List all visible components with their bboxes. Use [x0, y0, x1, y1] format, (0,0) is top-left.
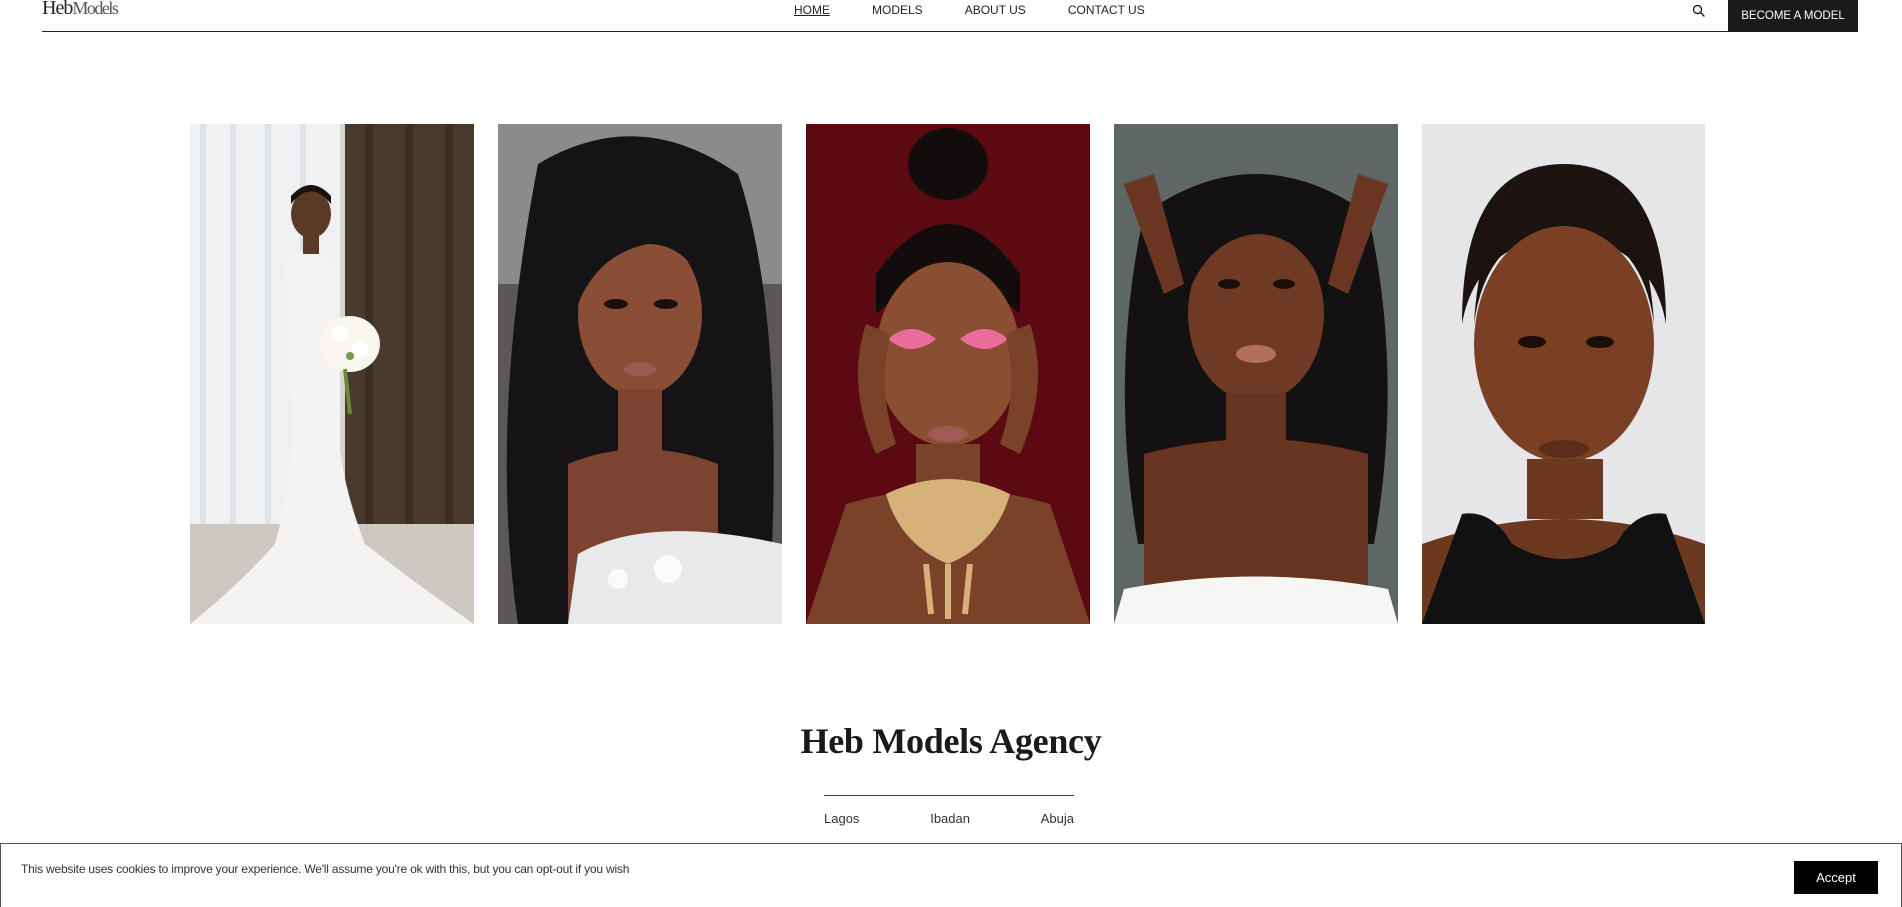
model-gallery: [190, 124, 1705, 624]
nav-models[interactable]: MODELS: [872, 3, 923, 17]
logo-main: Heb: [42, 0, 73, 19]
gallery-photo-1[interactable]: [190, 124, 474, 624]
locations-divider: [824, 795, 1074, 796]
main-nav: HOME MODELS ABOUT US CONTACT US: [794, 3, 1187, 17]
location-ibadan[interactable]: Ibadan: [930, 811, 970, 826]
agency-title: Heb Models Agency: [800, 721, 1102, 761]
nav-about-us[interactable]: ABOUT US: [965, 3, 1026, 17]
location-abuja[interactable]: Abuja: [1041, 811, 1074, 826]
site-logo[interactable]: HebModels: [42, 0, 119, 19]
become-a-model-button[interactable]: BECOME A MODEL: [1728, 0, 1858, 32]
search-icon[interactable]: [1690, 2, 1708, 20]
cookie-banner: This website uses cookies to improve you…: [0, 843, 1902, 907]
location-lagos[interactable]: Lagos: [824, 811, 859, 826]
gallery-photo-5[interactable]: [1422, 124, 1705, 624]
gallery-photo-2[interactable]: [498, 124, 782, 624]
site-header: HebModels HOME MODELS ABOUT US CONTACT U…: [42, 0, 1858, 32]
gallery-photo-4[interactable]: [1114, 124, 1398, 624]
gallery-photo-3[interactable]: [806, 124, 1090, 624]
nav-contact-us[interactable]: CONTACT US: [1068, 3, 1145, 17]
location-list: Lagos Ibadan Abuja: [824, 811, 1074, 826]
cookie-message: This website uses cookies to improve you…: [21, 862, 630, 876]
accept-cookies-button[interactable]: Accept: [1794, 861, 1878, 894]
nav-home[interactable]: HOME: [794, 3, 830, 17]
logo-sub: Models: [72, 0, 119, 18]
